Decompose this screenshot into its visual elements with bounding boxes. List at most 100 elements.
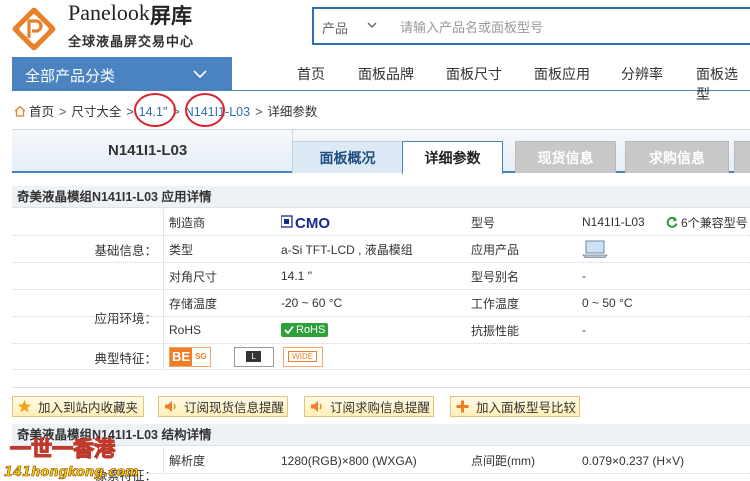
feature-badge-l[interactable]: L (233, 346, 274, 367)
label-manufacturer: 制造商 (169, 215, 206, 230)
search-box: 产品 (312, 7, 750, 45)
breadcrumb-separator: > (126, 105, 134, 119)
brand-name-cn: 屏库 (150, 4, 192, 28)
detail-tabs-bar: N141I1-L03 面板概况 详细参数 现货信息 求购信息 (12, 129, 750, 175)
annotation-circle (134, 93, 176, 127)
add-compare-label: 加入面板型号比较 (476, 401, 577, 415)
section-title-application: 奇美液晶模组N141I1-L03 应用详情 (12, 186, 750, 208)
divider (163, 263, 164, 289)
feature-badge-sg: SG (195, 352, 207, 361)
label-pixel-pitch: 点间距(mm) (471, 454, 535, 468)
label-resolution: 解析度 (169, 454, 206, 468)
nav-item-brands[interactable]: 面板品牌 (358, 64, 414, 84)
rohs-badge-label: RoHS (281, 323, 329, 337)
table-row: 类型 a-Si TFT-LCD , 液晶模组 应用产品 (12, 236, 750, 263)
tab-stock[interactable]: 现货信息 (515, 141, 616, 173)
add-favorite-label: 加入到站内收藏夹 (38, 401, 139, 415)
divider (163, 290, 164, 316)
plus-icon (456, 400, 469, 413)
laptop-icon (582, 240, 608, 258)
svg-text:一世一香港: 一世一香港 (10, 437, 116, 461)
compat-models-link[interactable]: 6个兼容型号 (666, 209, 750, 235)
model-title: N141I1-L03 (108, 142, 188, 159)
all-categories-menu[interactable]: 全部产品分类 (12, 57, 232, 91)
tab-details[interactable]: 详细参数 (402, 141, 503, 175)
subscribe-stock-button[interactable]: 订阅现货信息提醒 (158, 396, 288, 417)
svg-text:141hongkong.com: 141hongkong.com (4, 465, 139, 480)
divider (163, 448, 164, 473)
label-vibration: 抗振性能 (471, 323, 520, 338)
divider (163, 317, 164, 343)
nav-item-applications[interactable]: 面板应用 (534, 64, 590, 84)
divider (163, 344, 164, 369)
refresh-icon (666, 216, 678, 228)
tab-more[interactable] (734, 141, 750, 173)
feature-badge-l-label: L (246, 351, 261, 362)
value-resolution: 1280(RGB)×800 (WXGA) (281, 453, 417, 468)
spec-table: 基础信息： 应用环境： 典型特征： 制造商 CMO 型号 N141I1-L03 … (12, 209, 750, 370)
breadcrumb-home[interactable]: 首页 (29, 101, 54, 120)
rohs-text: RoHS (296, 324, 326, 336)
brand-slogan: 全球液晶屏交易中心 (68, 35, 195, 50)
feature-badge-wide-label: WIDE (288, 351, 318, 362)
breadcrumb-separator: > (59, 105, 67, 119)
value-storage-temp: -20 ~ 60 °C (281, 296, 343, 310)
tab-purchase[interactable]: 求购信息 (625, 141, 729, 173)
breadcrumb-separator: > (255, 105, 263, 119)
laptop-icon[interactable] (582, 236, 622, 262)
brand-name: Panelook (68, 0, 150, 25)
annotation-circle (185, 93, 225, 127)
divider (12, 370, 750, 388)
value-vibration: - (582, 323, 586, 337)
speaker-icon (311, 401, 322, 412)
value-type: a-Si TFT-LCD , 液晶模组 (281, 242, 413, 257)
subscribe-purchase-label: 订阅求购信息提醒 (330, 401, 431, 415)
compat-models-label: 6个兼容型号 (681, 215, 748, 230)
nav-divider (232, 90, 750, 91)
nav-item-sizes[interactable]: 面板尺寸 (446, 64, 502, 84)
search-category-select[interactable]: 产品 (322, 18, 348, 37)
value-diagonal: 14.1 " (281, 269, 312, 283)
add-favorite-button[interactable]: 加入到站内收藏夹 (12, 396, 144, 417)
label-rohs: RoHS (169, 323, 202, 337)
feature-badge-be-sg[interactable]: BE SG (169, 346, 211, 367)
nav-item-selection[interactable]: 面板选型 (696, 64, 750, 104)
star-icon (18, 400, 31, 413)
checkmark-icon (284, 325, 294, 335)
panelook-logo-icon[interactable] (12, 7, 56, 51)
label-diagonal: 对角尺寸 (169, 269, 218, 284)
label-storage-temp: 存储温度 (169, 296, 218, 311)
feature-badges: BE SG L WIDE (169, 344, 469, 369)
chevron-down-icon[interactable] (366, 19, 378, 31)
label-type: 类型 (169, 242, 194, 257)
subscribe-purchase-button[interactable]: 订阅求购信息提醒 (304, 396, 434, 417)
cmo-logo-icon: CMO (281, 215, 330, 230)
label-model: 型号 (471, 215, 496, 230)
label-alias: 型号别名 (471, 269, 520, 284)
speaker-icon (165, 401, 176, 412)
value-alias: - (582, 269, 586, 283)
nav-item-home[interactable]: 首页 (297, 64, 325, 84)
table-row: 制造商 CMO 型号 N141I1-L03 6个兼容型号 (12, 209, 750, 236)
home-icon (14, 105, 26, 117)
chevron-down-icon (193, 70, 207, 79)
nav-item-resolution[interactable]: 分辨率 (621, 64, 663, 84)
feature-badge-wide[interactable]: WIDE (282, 346, 323, 367)
cmo-logo[interactable]: CMO (281, 209, 381, 235)
divider (163, 236, 164, 262)
table-row: 对角尺寸 14.1 " 型号别名 - (12, 263, 750, 290)
label-operating-temp: 工作温度 (471, 296, 520, 311)
add-compare-button[interactable]: 加入面板型号比较 (450, 396, 580, 417)
subscribe-stock-label: 订阅现货信息提醒 (184, 401, 285, 415)
watermark-logo: 一世一香港 141hongkong.com (4, 436, 139, 480)
table-row: 存储温度 -20 ~ 60 °C 工作温度 0 ~ 50 °C (12, 290, 750, 317)
tab-overview[interactable]: 面板概况 (292, 141, 403, 173)
all-categories-label: 全部产品分类 (25, 68, 116, 85)
svg-text:CMO: CMO (295, 215, 330, 230)
table-row: RoHS RoHS 抗振性能 - (12, 317, 750, 344)
search-input[interactable] (400, 16, 740, 38)
breadcrumb-sizes[interactable]: 尺寸大全 (71, 101, 121, 120)
feature-badge-be: BE (170, 347, 193, 366)
label-application: 应用产品 (471, 242, 520, 257)
rohs-badge: RoHS (281, 317, 381, 343)
